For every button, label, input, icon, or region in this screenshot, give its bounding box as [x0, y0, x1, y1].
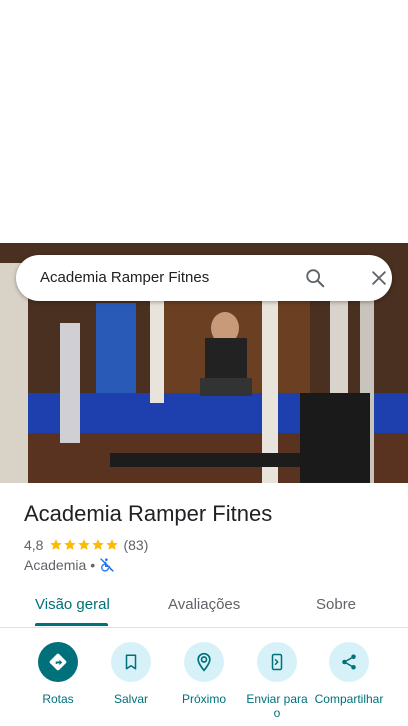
search-icon[interactable] [304, 267, 326, 289]
star-icon [64, 539, 77, 550]
save-label: Salvar [113, 692, 148, 706]
directions-button-circle [38, 642, 78, 682]
directions-button[interactable]: Rotas [16, 640, 100, 706]
search-query-text[interactable]: Academia Ramper Fitnes [40, 269, 209, 286]
share-label: Compartilhar [314, 692, 384, 706]
rating-value: 4,8 [24, 537, 44, 553]
tab-overview[interactable]: Visão geral [35, 596, 110, 613]
separator-dot: • [90, 557, 96, 573]
share-button[interactable]: Compartilhar [307, 640, 391, 706]
close-icon[interactable] [369, 268, 389, 288]
nearby-button[interactable]: Próximo [162, 640, 246, 706]
bookmark-icon [125, 654, 137, 670]
action-bar: Rotas Salvar Próximo Enviar para o Compa… [0, 640, 408, 726]
tab-reviews[interactable]: Avaliações [168, 596, 240, 613]
nearby-label: Próximo [181, 692, 226, 706]
star-rating [49, 538, 119, 552]
category-row: Academia • [24, 556, 115, 574]
save-button[interactable]: Salvar [89, 640, 173, 706]
place-category: Academia [24, 557, 87, 573]
directions-label: Rotas [42, 692, 74, 706]
directions-icon [49, 653, 67, 671]
send-to-phone-label: Enviar para o [246, 692, 308, 720]
rating-row[interactable]: 4,8 (83) [24, 536, 148, 554]
star-icon [78, 539, 91, 550]
send-to-phone-button-circle [257, 642, 297, 682]
review-count[interactable]: (83) [123, 537, 148, 553]
send-to-phone-icon [271, 653, 283, 671]
share-icon [342, 654, 356, 670]
place-title: Academia Ramper Fitnes [24, 501, 273, 526]
active-tab-indicator [35, 623, 108, 626]
star-icon [106, 539, 119, 550]
search-bar[interactable]: Academia Ramper Fitnes [16, 255, 392, 301]
tab-bar: Visão geral Avaliações Sobre [0, 583, 408, 628]
star-icon [92, 539, 105, 550]
tab-about[interactable]: Sobre [316, 596, 356, 613]
nearby-icon [197, 652, 211, 672]
nearby-button-circle [184, 642, 224, 682]
share-button-circle [329, 642, 369, 682]
no-wheelchair-access-icon[interactable] [99, 557, 115, 573]
star-icon [50, 539, 63, 550]
save-button-circle [111, 642, 151, 682]
